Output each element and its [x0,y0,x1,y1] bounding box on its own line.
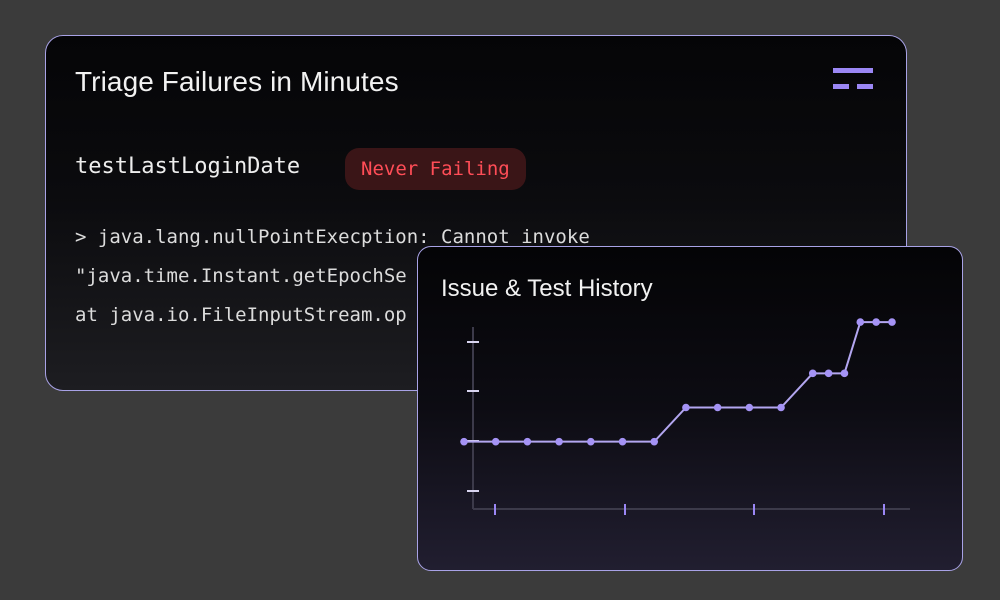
chart-data-point [872,318,880,326]
stack-trace-line: > java.lang.nullPointExecption: Cannot i… [75,226,590,248]
card-title: Triage Failures in Minutes [75,66,399,97]
chart-data-point [777,403,785,412]
chart-data-point [491,437,500,446]
history-line-chart [460,318,910,515]
chart-series-line [464,321,892,443]
chart-data-point [840,369,849,378]
chart-data-point [888,318,896,326]
chart-data-point [650,437,659,446]
history-card: Issue & Test History [417,246,963,571]
chart-data-point [856,318,865,326]
chart-data-point [555,437,563,446]
chart-data-point [713,403,722,412]
chart-data-point [618,437,627,446]
stack-trace-line: at java.io.FileInputStream.op [75,304,407,326]
stacked-bars-logo-icon [833,68,873,89]
chart-data-point [808,369,817,378]
chart-data-point [587,437,595,446]
test-name: testLastLoginDate [75,154,301,179]
status-badge: Never Failing [345,148,526,190]
chart-data-point [824,369,833,378]
chart-data-point [682,403,690,412]
chart-data-point [745,403,754,412]
chart-data-point [523,437,532,446]
chart-data-point [460,437,468,446]
stack-trace-line: "java.time.Instant.getEpochSe [75,265,407,287]
